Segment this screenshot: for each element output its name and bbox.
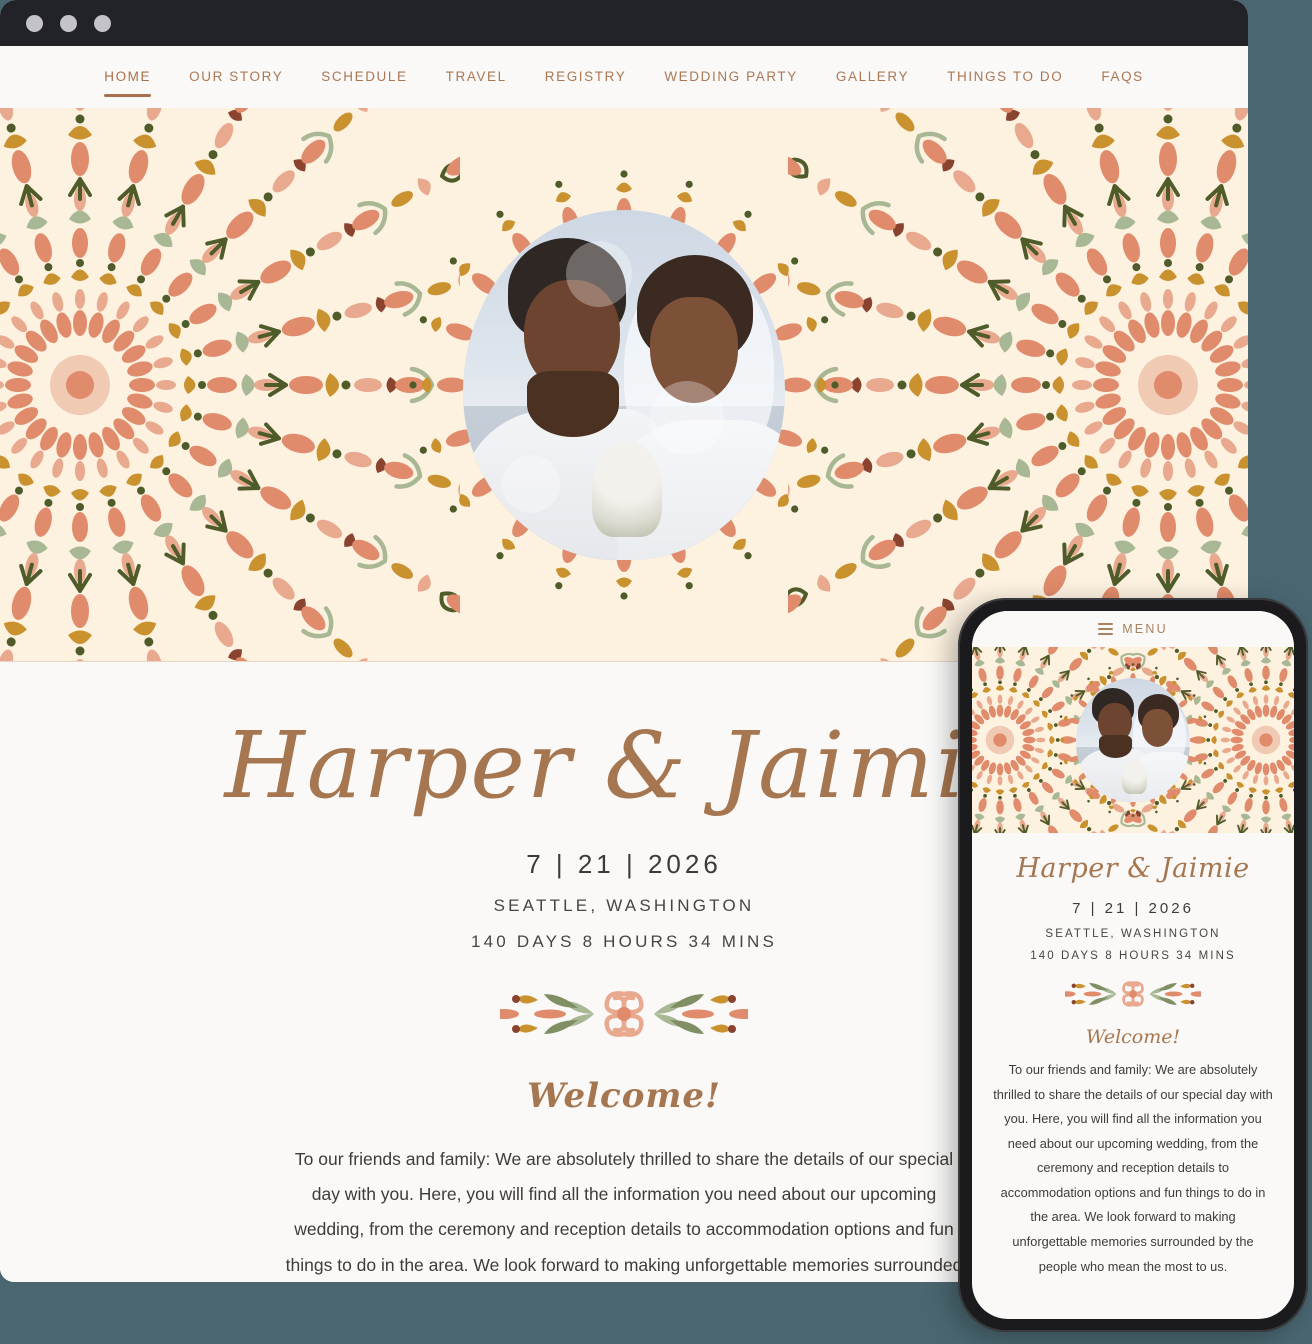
- browser-titlebar: [0, 0, 1248, 46]
- close-dot[interactable]: [26, 14, 43, 32]
- phone-couple-names: Harper & Jaimie: [1016, 853, 1250, 884]
- site-navigation: HOME OUR STORY SCHEDULE TRAVEL REGISTRY …: [0, 46, 1248, 108]
- phone-menu-label: MENU: [1122, 622, 1168, 636]
- nav-item-our-story[interactable]: OUR STORY: [170, 70, 302, 84]
- phone-navigation[interactable]: MENU: [972, 611, 1294, 647]
- nav-item-faqs[interactable]: FAQS: [1082, 70, 1162, 84]
- screenshot-stage: HOME OUR STORY SCHEDULE TRAVEL REGISTRY …: [0, 0, 1312, 1344]
- nav-item-registry[interactable]: REGISTRY: [526, 70, 646, 84]
- hero-photo-medallion: [398, 159, 850, 611]
- phone-photo-medallion: [1052, 659, 1214, 821]
- phone-location: SEATTLE, WASHINGTON: [1045, 928, 1221, 940]
- phone-hero-banner: [972, 647, 1294, 833]
- phone-mockup: MENU Harper & Jaimie 7 | 21 | 2026 SEATT…: [958, 598, 1308, 1332]
- hamburger-icon[interactable]: [1098, 623, 1114, 635]
- nav-item-schedule[interactable]: SCHEDULE: [302, 70, 426, 84]
- phone-content: Harper & Jaimie 7 | 21 | 2026 SEATTLE, W…: [972, 833, 1294, 1279]
- phone-floral-divider-icon: [988, 978, 1278, 1010]
- phone-welcome-heading: Welcome!: [1085, 1026, 1181, 1048]
- mandala-ornament-left: [0, 108, 460, 662]
- nav-item-wedding-party[interactable]: WEDDING PARTY: [645, 70, 817, 84]
- couple-photo: [463, 209, 785, 560]
- nav-item-things-to-do[interactable]: THINGS TO DO: [928, 70, 1082, 84]
- minimize-dot[interactable]: [60, 14, 77, 32]
- nav-item-travel[interactable]: TRAVEL: [427, 70, 526, 84]
- phone-countdown: 140 DAYS 8 HOURS 34 MINS: [1030, 950, 1236, 962]
- welcome-paragraph: To our friends and family: We are absolu…: [285, 1148, 963, 1275]
- nav-item-home[interactable]: HOME: [85, 70, 170, 96]
- phone-welcome-paragraph: To our friends and family: We are absolu…: [993, 1062, 1273, 1274]
- mandala-ornament-right: [788, 108, 1248, 662]
- maximize-dot[interactable]: [94, 14, 111, 32]
- phone-couple-photo: [1076, 678, 1190, 802]
- nav-item-gallery[interactable]: GALLERY: [817, 70, 928, 84]
- hero-banner: [0, 108, 1248, 662]
- phone-wedding-date: 7 | 21 | 2026: [1072, 900, 1194, 917]
- phone-screen: MENU Harper & Jaimie 7 | 21 | 2026 SEATT…: [972, 611, 1294, 1319]
